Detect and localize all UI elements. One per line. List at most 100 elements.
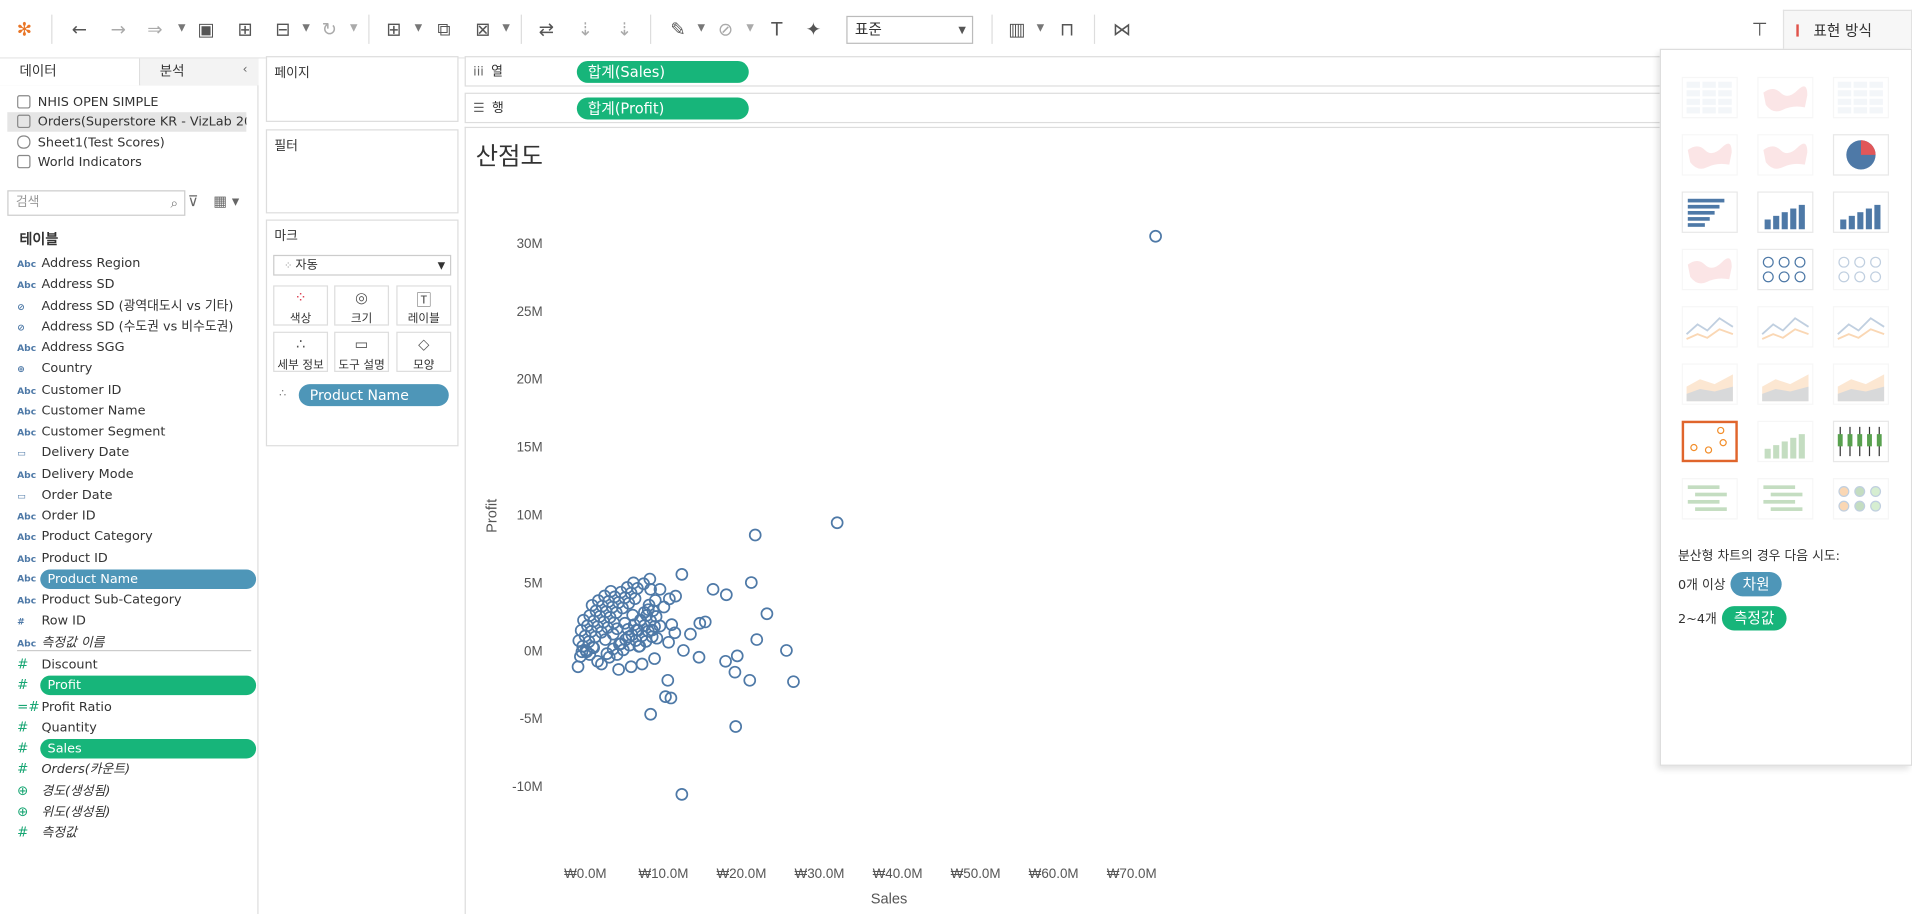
scatter-point[interactable] (743, 673, 757, 687)
collapse-pane-icon[interactable]: ‹ (243, 63, 248, 76)
undo-icon[interactable]: ← (67, 17, 91, 41)
replay-icon[interactable]: ⇒ (143, 17, 167, 41)
dimension-field[interactable]: # Row ID (17, 611, 256, 631)
scatter-point[interactable] (677, 644, 690, 657)
dimension-field[interactable]: Abc Product ID (17, 548, 256, 568)
presentation-icon[interactable]: ⊓ (1055, 17, 1079, 41)
highlight-dropdown-icon[interactable]: ▼ (698, 22, 706, 33)
dimension-field[interactable]: Abc Product Category (17, 527, 256, 547)
dimension-field[interactable]: Abc Product Name (17, 569, 257, 589)
scatter-point[interactable] (669, 589, 682, 603)
measure-field[interactable]: ⊕ 위도(생성됨) (17, 802, 256, 822)
scatter-point[interactable] (675, 568, 689, 581)
measure-field[interactable]: # Orders(카운트) (17, 760, 256, 780)
showme-lines-continuous[interactable] (1681, 306, 1738, 348)
showme-lines-discrete[interactable] (1757, 306, 1814, 348)
showme-area-continuous[interactable] (1681, 363, 1738, 405)
showme-side-by-side-bars[interactable] (1832, 191, 1890, 233)
showme-circle-view[interactable] (1757, 248, 1814, 291)
showme-filled-map[interactable] (1757, 134, 1814, 176)
scatter-point[interactable] (787, 675, 800, 689)
search-input[interactable]: 검색 ⌕ (7, 190, 186, 216)
scatter-point[interactable] (662, 635, 675, 649)
datasource-item[interactable]: NHIS OPEN SIMPLE (17, 93, 246, 113)
tooltip-button[interactable]: ▭ 도구 설명 (334, 331, 390, 372)
dimension-field[interactable]: ⊕ Country (17, 359, 256, 379)
measure-field[interactable]: =# Profit Ratio (17, 697, 256, 717)
showme-treemap[interactable] (1681, 248, 1738, 291)
pause-updates-icon[interactable]: ⊟ (271, 17, 295, 41)
scatter-point[interactable] (780, 644, 793, 657)
dimension-field[interactable]: Abc 측정값 이름 (17, 632, 256, 652)
refresh-dropdown-icon[interactable]: ▼ (350, 22, 358, 33)
showme-horizontal-bars[interactable] (1681, 191, 1738, 233)
dimension-field[interactable]: Abc Customer Segment (17, 422, 256, 442)
clear-dropdown-icon[interactable]: ▼ (502, 22, 510, 33)
shape-button[interactable]: ◇ 모양 (396, 331, 452, 372)
scatter-point[interactable] (657, 600, 671, 614)
scatter-point[interactable] (1149, 229, 1162, 243)
sort-desc-icon[interactable]: ⇣ (612, 17, 636, 41)
scatter-point[interactable] (748, 528, 762, 542)
rows-shelf[interactable]: ☰ 행 합계(Profit) (464, 92, 1669, 124)
scatter-point[interactable] (706, 582, 720, 596)
duplicate-icon[interactable]: ⧉ (432, 17, 456, 41)
scatter-point[interactable] (719, 654, 732, 668)
scatter-point[interactable] (728, 665, 742, 679)
clear-sheet-icon[interactable]: ⊠ (471, 17, 495, 41)
scatter-point[interactable] (644, 707, 657, 721)
scatter-point[interactable] (744, 576, 758, 589)
scatter-point[interactable] (663, 592, 676, 606)
showme-histogram[interactable] (1757, 420, 1814, 463)
scatter-point[interactable] (692, 650, 706, 664)
share-icon[interactable]: ⋈ (1110, 17, 1134, 41)
showme-heat-map[interactable] (1757, 76, 1814, 119)
scatter-point[interactable] (719, 588, 733, 602)
scatter-point[interactable] (684, 627, 697, 641)
highlight-icon[interactable]: ✎ (666, 17, 690, 41)
scatter-point[interactable] (612, 663, 625, 676)
show-me-tab[interactable]: 표현 방식 (1782, 9, 1912, 49)
label-button[interactable]: 🅃 레이블 (396, 285, 452, 326)
scatter-point[interactable] (571, 660, 585, 674)
new-worksheet-icon[interactable]: ⊞ (382, 17, 406, 41)
showme-scatter-plot[interactable] (1681, 420, 1738, 463)
tab-analysis[interactable]: 분석 (140, 58, 259, 86)
dimension-field[interactable]: ⊘ Address SD (수도권 vs 비수도권) (17, 317, 256, 337)
measure-field[interactable]: # Quantity (17, 718, 256, 738)
showme-pie-chart[interactable] (1832, 134, 1890, 176)
measure-field[interactable]: # Discount (17, 655, 256, 675)
dimension-field[interactable]: Abc Customer Name (17, 401, 256, 421)
scatter-point[interactable] (635, 657, 649, 671)
columns-shelf[interactable]: iii 열 합계(Sales) (464, 56, 1669, 87)
showme-stacked-bars[interactable] (1757, 191, 1814, 233)
pages-card[interactable]: 페이지 (265, 56, 459, 122)
group-icon[interactable]: ⊘ (713, 17, 737, 41)
pin-icon[interactable]: ✦ (801, 17, 825, 41)
measure-field[interactable]: # Sales (17, 739, 257, 759)
datasource-item-selected[interactable]: Orders(Superstore KR - VizLab 202... (7, 112, 247, 132)
showme-highlight-table[interactable] (1832, 76, 1890, 119)
showme-area-discrete[interactable] (1757, 363, 1814, 405)
show-cards-icon[interactable]: ▥ (1005, 17, 1029, 41)
dimension-field[interactable]: Abc Order ID (17, 506, 256, 526)
datasource-item[interactable]: World Indicators (17, 152, 246, 172)
datasource-item[interactable]: Sheet1(Test Scores) (17, 133, 246, 153)
swap-icon[interactable]: ⇄ (534, 17, 558, 41)
save-icon[interactable]: ▣ (194, 17, 218, 41)
mark-type-select[interactable]: ⁘ 자동 ▼ (273, 254, 452, 276)
dimension-field[interactable]: Abc Customer ID (17, 380, 256, 400)
color-button[interactable]: ⁘ 색상 (273, 285, 329, 326)
cards-dropdown-icon[interactable]: ▼ (1037, 22, 1045, 33)
showme-text-table[interactable] (1681, 76, 1738, 119)
new-sheet-dropdown-icon[interactable]: ▼ (415, 22, 423, 33)
scatter-point[interactable] (760, 607, 774, 621)
detail-button[interactable]: ∴ 세부 정보 (273, 331, 329, 372)
filter-icon[interactable]: ⊽ (188, 193, 199, 210)
scatter-point[interactable] (730, 649, 744, 663)
showme-side-by-side-circles[interactable] (1832, 248, 1890, 291)
showme-box-and-whisker[interactable] (1832, 420, 1890, 463)
dimension-field[interactable]: Abc Address SGG (17, 338, 256, 358)
showme-dual-lines[interactable] (1832, 306, 1890, 348)
scatter-point[interactable] (729, 720, 743, 733)
